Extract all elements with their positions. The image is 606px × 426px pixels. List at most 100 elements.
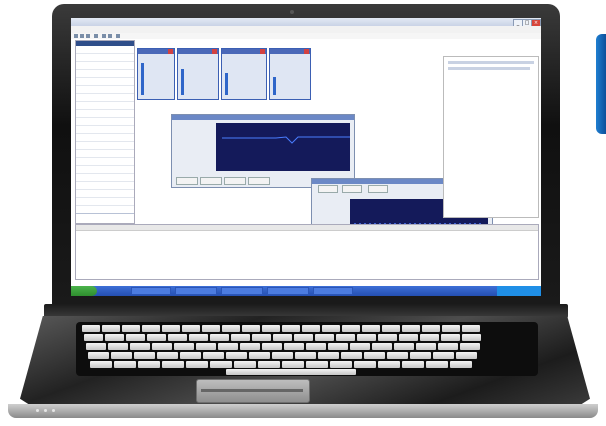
device-meter-4[interactable] — [269, 48, 311, 100]
start-button[interactable] — [71, 286, 97, 296]
keyboard-key[interactable] — [402, 361, 424, 368]
save-icon[interactable] — [86, 34, 90, 38]
keyboard-key[interactable] — [394, 343, 414, 350]
keyboard-key[interactable] — [328, 343, 348, 350]
device-meter-2[interactable] — [177, 48, 219, 100]
spectrum-field-1[interactable] — [318, 185, 338, 193]
keyboard-key[interactable] — [410, 352, 431, 359]
keyboard-key[interactable] — [272, 352, 293, 359]
keyboard-key[interactable] — [357, 334, 376, 341]
keyboard-key[interactable] — [189, 334, 208, 341]
keyboard-key[interactable] — [162, 361, 184, 368]
keyboard-key[interactable] — [378, 334, 397, 341]
keyboard-key[interactable] — [295, 352, 316, 359]
spectrum-field-3[interactable] — [368, 185, 388, 193]
keyboard-key[interactable] — [157, 352, 178, 359]
keyboard-key[interactable] — [86, 343, 106, 350]
new-icon[interactable] — [74, 34, 78, 38]
keyboard-key[interactable] — [240, 343, 260, 350]
open-icon[interactable] — [80, 34, 84, 38]
keyboard-key[interactable] — [315, 334, 334, 341]
keyboard-key[interactable] — [114, 361, 136, 368]
keyboard-key[interactable] — [462, 325, 480, 332]
keyboard-key[interactable] — [174, 343, 194, 350]
taskbar-item[interactable] — [267, 287, 309, 295]
keyboard-key[interactable] — [196, 343, 216, 350]
keyboard-key[interactable] — [362, 325, 380, 332]
space-key[interactable] — [226, 369, 356, 375]
keyboard-key[interactable] — [108, 343, 128, 350]
keyboard-key[interactable] — [306, 343, 326, 350]
chart-button-3[interactable] — [224, 177, 246, 185]
keyboard-key[interactable] — [341, 352, 362, 359]
keyboard-key[interactable] — [138, 361, 160, 368]
keyboard-key[interactable] — [262, 343, 282, 350]
keyboard-key[interactable] — [105, 334, 124, 341]
keyboard-key[interactable] — [336, 334, 355, 341]
keyboard-key[interactable] — [294, 334, 313, 341]
keyboard-key[interactable] — [152, 343, 172, 350]
taskbar-item[interactable] — [175, 287, 217, 295]
keyboard-key[interactable] — [130, 343, 150, 350]
keyboard-key[interactable] — [218, 343, 238, 350]
chart-button-4[interactable] — [248, 177, 270, 185]
keyboard-key[interactable] — [162, 325, 180, 332]
keyboard-key[interactable] — [202, 325, 220, 332]
keyboard-key[interactable] — [416, 343, 436, 350]
keyboard-key[interactable] — [273, 334, 292, 341]
keyboard-key[interactable] — [102, 325, 120, 332]
keyboard-key[interactable] — [450, 361, 472, 368]
touchpad-buttons[interactable] — [201, 389, 303, 392]
keyboard-key[interactable] — [134, 352, 155, 359]
keyboard-key[interactable] — [426, 361, 448, 368]
keyboard-key[interactable] — [180, 352, 201, 359]
keyboard-key[interactable] — [186, 361, 208, 368]
keyboard-key[interactable] — [302, 325, 320, 332]
keyboard-key[interactable] — [354, 361, 376, 368]
keyboard-key[interactable] — [402, 325, 420, 332]
keyboard-key[interactable] — [420, 334, 439, 341]
keyboard-key[interactable] — [382, 325, 400, 332]
print-icon[interactable] — [94, 34, 98, 38]
keyboard-key[interactable] — [433, 352, 454, 359]
keyboard-key[interactable] — [242, 325, 260, 332]
taskbar-item[interactable] — [221, 287, 263, 295]
keyboard-key[interactable] — [284, 343, 304, 350]
taskbar-item[interactable] — [313, 287, 353, 295]
keyboard-key[interactable] — [210, 361, 232, 368]
keyboard-key[interactable] — [142, 325, 160, 332]
keyboard-key[interactable] — [203, 352, 224, 359]
keyboard-key[interactable] — [168, 334, 187, 341]
keyboard-key[interactable] — [258, 361, 280, 368]
keyboard-key[interactable] — [147, 334, 166, 341]
waveform-window[interactable] — [171, 114, 355, 188]
keyboard-key[interactable] — [252, 334, 271, 341]
spectrum-field-2[interactable] — [342, 185, 362, 193]
keyboard-key[interactable] — [438, 343, 458, 350]
keyboard-key[interactable] — [88, 352, 109, 359]
keyboard-key[interactable] — [210, 334, 229, 341]
run-icon[interactable] — [102, 34, 106, 38]
keyboard-key[interactable] — [322, 325, 340, 332]
keyboard-key[interactable] — [462, 334, 481, 341]
keyboard-key[interactable] — [306, 361, 328, 368]
keyboard-key[interactable] — [442, 325, 460, 332]
keyboard-key[interactable] — [364, 352, 385, 359]
keyboard-key[interactable] — [456, 352, 477, 359]
taskbar-item[interactable] — [131, 287, 171, 295]
keyboard-key[interactable] — [460, 343, 480, 350]
chart-button-2[interactable] — [200, 177, 222, 185]
close-icon[interactable] — [168, 49, 173, 54]
keyboard-key[interactable] — [234, 361, 256, 368]
keyboard-key[interactable] — [126, 334, 145, 341]
close-icon[interactable] — [212, 49, 217, 54]
device-meter-3[interactable] — [221, 48, 267, 100]
keyboard-key[interactable] — [441, 334, 460, 341]
keyboard-key[interactable] — [182, 325, 200, 332]
keyboard-key[interactable] — [262, 325, 280, 332]
keyboard-key[interactable] — [350, 343, 370, 350]
stop-icon[interactable] — [108, 34, 112, 38]
keyboard-key[interactable] — [82, 325, 100, 332]
keyboard-key[interactable] — [249, 352, 270, 359]
keyboard-key[interactable] — [222, 325, 240, 332]
